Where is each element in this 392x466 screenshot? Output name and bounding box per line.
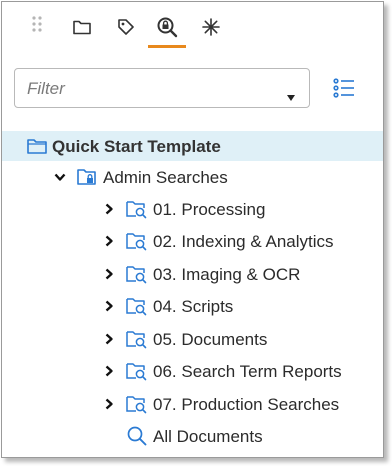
tree-node-label[interactable]: 01. Processing (153, 200, 265, 220)
tree-node-label[interactable]: All Documents (153, 427, 263, 447)
saved-searches-tab[interactable] (148, 14, 186, 48)
search-folder-icon (126, 298, 147, 316)
search-icon (127, 426, 147, 446)
tree-node-label[interactable]: 06. Search Term Reports (153, 362, 342, 382)
tree-node-root[interactable]: Quick Start Template (2, 131, 383, 161)
tree-node-indexing-analytics[interactable]: 02. Indexing & Analytics (2, 226, 383, 256)
tag-icon (118, 19, 134, 35)
tree-node-admin-searches[interactable]: Admin Searches (2, 162, 383, 192)
saved-search-browser-panel: Quick Start Template Admin Searches 01. … (1, 1, 384, 458)
tree-node-label[interactable]: 03. Imaging & OCR (153, 265, 300, 285)
tree-node-label[interactable]: 02. Indexing & Analytics (153, 232, 334, 252)
drag-handle-icon[interactable] (32, 16, 42, 36)
chevron-right-icon[interactable] (103, 235, 115, 247)
folder-icon (73, 20, 91, 35)
chevron-down-icon[interactable] (287, 95, 295, 101)
search-folder-icon (126, 331, 147, 349)
saved-search-icon (157, 17, 178, 38)
tree-node-label[interactable]: 07. Production Searches (153, 395, 339, 415)
search-folder-icon (126, 363, 147, 381)
tree-node-imaging-ocr[interactable]: 03. Imaging & OCR (2, 259, 383, 289)
folder-icon (27, 139, 47, 154)
search-folder-icon (126, 396, 147, 414)
tree-node-processing[interactable]: 01. Processing (2, 194, 383, 224)
filter-dropdown[interactable] (14, 68, 310, 108)
tree-node-label[interactable]: 05. Documents (153, 330, 267, 350)
browser-toolbar (2, 2, 383, 52)
tree-node-label[interactable]: 04. Scripts (153, 297, 233, 317)
tree-node-scripts[interactable]: 04. Scripts (2, 291, 383, 321)
chevron-right-icon[interactable] (103, 268, 115, 280)
search-folder-icon (126, 201, 147, 219)
asterisk-icon (202, 18, 220, 36)
list-view-icon[interactable] (332, 76, 356, 100)
folders-tab[interactable] (69, 14, 95, 40)
tree-node-production-searches[interactable]: 07. Production Searches (2, 389, 383, 419)
chevron-right-icon[interactable] (103, 300, 115, 312)
search-folder-icon (126, 233, 147, 251)
secured-search-folder-icon (77, 169, 96, 185)
tree-node-all-documents[interactable]: All Documents (2, 421, 383, 451)
tree-node-search-term-reports[interactable]: 06. Search Term Reports (2, 356, 383, 386)
chevron-right-icon[interactable] (103, 365, 115, 377)
tree-node-label[interactable]: Quick Start Template (52, 137, 221, 157)
tags-tab[interactable] (113, 14, 139, 40)
filter-input[interactable] (25, 77, 279, 101)
tree-node-label[interactable]: Admin Searches (103, 168, 228, 188)
chevron-right-icon[interactable] (103, 203, 115, 215)
chevron-right-icon[interactable] (103, 398, 115, 410)
chevron-right-icon[interactable] (103, 333, 115, 345)
chevron-down-icon[interactable] (54, 171, 66, 183)
clusters-tab[interactable] (198, 14, 224, 40)
search-folder-icon (126, 266, 147, 284)
tree-node-documents[interactable]: 05. Documents (2, 324, 383, 354)
